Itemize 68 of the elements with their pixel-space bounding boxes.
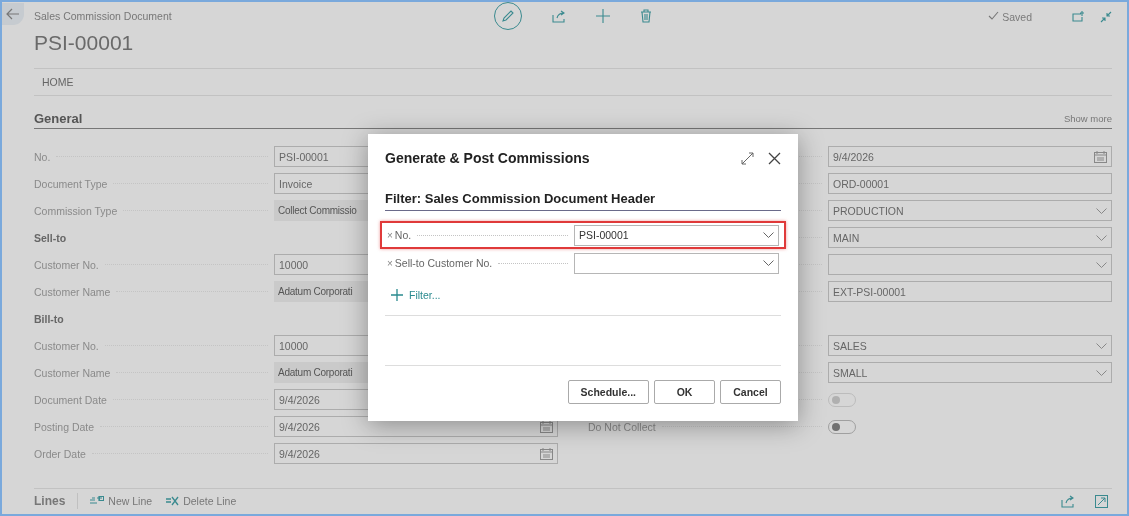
date-field[interactable]: 9/4/2026 — [274, 443, 558, 464]
expand-icon[interactable] — [1095, 494, 1108, 508]
open-in-new-window-icon[interactable] — [1072, 11, 1085, 22]
calendar-icon[interactable] — [1094, 150, 1107, 163]
new-line-icon — [90, 496, 105, 506]
filter-heading: Filter: Sales Commission Document Header — [385, 191, 781, 211]
text-field[interactable]: ORD-00001 — [828, 173, 1112, 194]
section-title: General — [34, 110, 83, 126]
delete-icon[interactable] — [640, 9, 652, 23]
group-heading: Bill-to — [34, 312, 64, 325]
filter-field[interactable] — [574, 252, 779, 274]
date-field[interactable]: 9/4/2026 — [828, 146, 1112, 167]
dropdown-field[interactable]: MAIN — [828, 227, 1112, 248]
show-more-link[interactable]: Show more — [1063, 112, 1112, 124]
field-label: Do Not Collect — [588, 420, 657, 433]
expand-icon[interactable] — [741, 151, 754, 165]
field-label: Commission Type — [34, 204, 119, 217]
chevron-down-icon — [763, 232, 774, 238]
dropdown-field[interactable] — [828, 254, 1112, 275]
home-tab[interactable]: HOME — [42, 76, 74, 88]
toggle-switch[interactable] — [828, 419, 856, 434]
chevron-down-icon — [1096, 207, 1107, 214]
text-field[interactable]: EXT-PSI-00001 — [828, 281, 1112, 302]
chevron-down-icon — [1096, 342, 1107, 349]
chevron-down-icon — [763, 260, 774, 266]
add-filter-link[interactable]: Filter... — [385, 289, 441, 301]
remove-filter-button[interactable]: × — [387, 229, 393, 241]
part-title: Lines — [34, 494, 66, 508]
page-title: PSI-00001 — [34, 31, 135, 55]
dialog-button[interactable]: Cancel — [720, 380, 781, 404]
field-label: Customer Name — [34, 366, 112, 379]
filter-label: No. — [394, 229, 413, 241]
toolbar-action[interactable]: Delete Line — [166, 495, 237, 507]
dropdown-field[interactable]: SMALL — [828, 362, 1112, 383]
dialog-button[interactable]: Schedule... — [567, 380, 649, 404]
back-button[interactable] — [2, 3, 24, 25]
back-arrow-icon — [6, 8, 20, 20]
field-label: Customer No. — [34, 339, 100, 352]
chevron-down-icon — [1096, 369, 1107, 376]
collapse-icon[interactable] — [1100, 11, 1112, 23]
new-icon[interactable] — [596, 9, 610, 23]
calendar-icon[interactable] — [540, 420, 553, 433]
saved-status: Saved — [1002, 11, 1032, 23]
field-label: Customer No. — [34, 258, 100, 271]
remove-filter-button[interactable]: × — [387, 257, 393, 269]
field-label: Order Date — [34, 447, 87, 460]
toolbar-action[interactable]: New Line — [90, 495, 153, 507]
field-label: Document Date — [34, 393, 108, 406]
dropdown-field[interactable]: PRODUCTION — [828, 200, 1112, 221]
field-label: Document Type — [34, 177, 109, 190]
chevron-down-icon — [1096, 261, 1107, 268]
chevron-down-icon — [1096, 234, 1107, 241]
plus-icon — [391, 289, 403, 301]
close-icon[interactable] — [768, 151, 781, 165]
dropdown-field[interactable]: SALES — [828, 335, 1112, 356]
share-icon[interactable] — [552, 9, 566, 23]
share-icon[interactable] — [1061, 494, 1075, 508]
delete-line-icon — [166, 496, 180, 506]
dialog-button[interactable]: OK — [654, 380, 715, 404]
check-icon — [988, 11, 1000, 20]
field-label: Customer Name — [34, 285, 112, 298]
calendar-icon[interactable] — [540, 447, 553, 460]
filter-field[interactable]: PSI-00001 — [574, 224, 779, 246]
field-label: Posting Date — [34, 420, 96, 433]
page-caption: Sales Commission Document — [34, 10, 173, 22]
filter-label: Sell-to Customer No. — [394, 257, 494, 269]
field-label: No. — [34, 150, 52, 163]
group-heading: Sell-to — [34, 231, 67, 244]
